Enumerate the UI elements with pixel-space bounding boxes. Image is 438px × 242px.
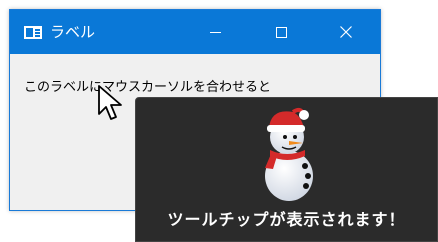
close-button[interactable] <box>323 10 369 54</box>
minimize-icon <box>209 31 221 33</box>
close-icon <box>340 26 352 38</box>
maximize-button[interactable] <box>258 10 304 54</box>
window-title: ラベル <box>50 23 96 41</box>
app-icon <box>24 26 42 39</box>
title-bar[interactable]: ラベル <box>10 10 380 54</box>
mouse-cursor-icon <box>98 85 122 120</box>
maximize-icon <box>275 26 287 38</box>
minimize-button[interactable] <box>192 10 238 54</box>
tooltip-text: ツールチップが表示されます！ <box>167 210 406 229</box>
tooltip: ツールチップが表示されます！ <box>135 97 438 242</box>
hover-label[interactable]: このラベルにマウスカーソルを合わせると <box>24 80 271 96</box>
snowman-icon <box>265 107 313 201</box>
